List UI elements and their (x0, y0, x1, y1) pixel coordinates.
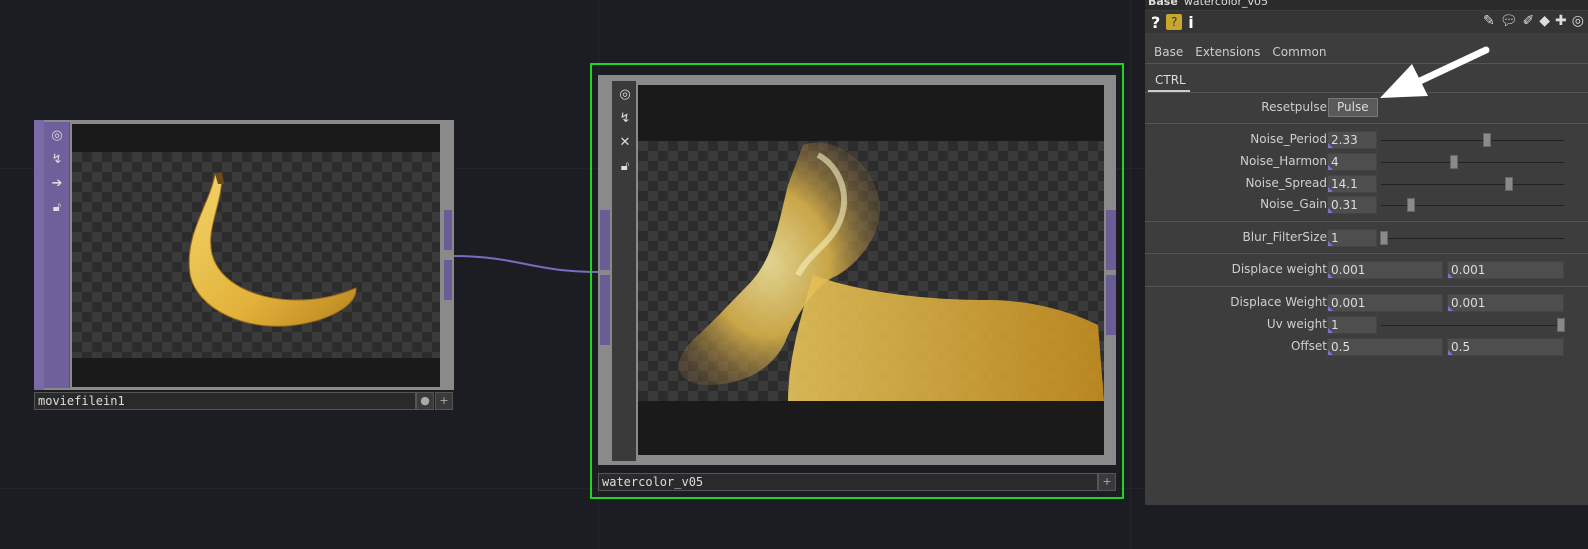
param-label: Noise_Spread (1245, 176, 1327, 190)
output-connector[interactable] (1106, 210, 1116, 270)
tab-common[interactable]: Common (1272, 45, 1326, 59)
node-frame: ◎ ↯ ✕ 🔓︎ (598, 75, 1116, 465)
docked-icon[interactable]: ✐ (1523, 13, 1535, 29)
close-icon[interactable]: ✕ (614, 131, 636, 153)
viewer-toggle-icon[interactable]: ● (416, 392, 434, 410)
param-label: Offset (1290, 339, 1327, 353)
slider-track (1381, 184, 1564, 185)
edit-icon[interactable]: ✎ (1483, 13, 1495, 29)
tab-base[interactable]: Base (1154, 45, 1183, 59)
blur-filtersize-field[interactable]: 1 (1327, 229, 1377, 247)
bypass-icon[interactable]: ↯ (614, 107, 636, 129)
slider-track (1381, 140, 1564, 141)
add-icon[interactable]: ✚ (1555, 13, 1567, 29)
noise-period-slider[interactable] (1483, 133, 1491, 147)
output-connector[interactable] (444, 260, 452, 300)
param-displace-weight-2: Displace Weight 0.001 0.001 (1145, 293, 1588, 313)
lock-icon[interactable]: 🔓︎ (614, 155, 636, 177)
target-icon[interactable]: ◎ (1572, 13, 1584, 29)
param-label: Resetpulse (1261, 100, 1327, 114)
watercolor-node[interactable]: ◎ ↯ ✕ 🔓︎ watercolor_v05 + (590, 63, 1124, 499)
noise-harmon-slider[interactable] (1450, 155, 1458, 169)
param-uv-weight: Uv weight 1 (1145, 315, 1588, 335)
panel-title-bar: Base watercolor_v05 (1145, 0, 1588, 10)
python-help-icon[interactable]: ? (1166, 14, 1183, 30)
uv-weight-slider[interactable] (1557, 318, 1565, 332)
slider-track (1381, 162, 1564, 163)
info-icon[interactable]: i (1188, 13, 1193, 32)
slider-track (1381, 238, 1564, 239)
param-noise-spread: Noise_Spread 14.1 (1145, 174, 1588, 194)
lock-icon[interactable]: 🔓︎ (46, 196, 68, 218)
comment-icon[interactable]: 💬︎ (1500, 13, 1518, 29)
noise-gain-slider[interactable] (1407, 198, 1415, 212)
offset-field-2[interactable]: 0.5 (1447, 338, 1564, 356)
node-viewer[interactable] (72, 124, 440, 387)
param-label: Blur_FilterSize (1242, 230, 1327, 244)
parameter-panel: Base watercolor_v05 ? ? i ✎ 💬︎ ✐ ◆ ✚ ◎ Ba… (1145, 0, 1588, 505)
param-blur-filtersize: Blur_FilterSize 1 (1145, 228, 1588, 248)
op-name-label: watercolor_v05 (1183, 0, 1269, 8)
param-label: Uv weight (1266, 317, 1327, 331)
parameter-page-tabs: Base Extensions Common (1145, 40, 1588, 64)
displace-weight-field-2[interactable]: 0.001 (1447, 261, 1564, 279)
param-label: Displace weight (1231, 262, 1327, 276)
help-icon[interactable]: ? (1151, 13, 1160, 32)
tab-extensions[interactable]: Extensions (1195, 45, 1260, 59)
input-connector[interactable] (600, 275, 610, 345)
displace-weight-field-1[interactable]: 0.001 (1327, 261, 1443, 279)
viewer-icon[interactable]: ◎ (46, 124, 68, 146)
noise-spread-slider[interactable] (1505, 177, 1513, 191)
panel-toolbar: ? ? i ✎ 💬︎ ✐ ◆ ✚ ◎ (1145, 11, 1588, 33)
node-input-strip (34, 120, 44, 390)
display-icon[interactable]: ➔ (46, 172, 68, 194)
output-connector[interactable] (1106, 275, 1116, 335)
add-icon[interactable]: + (435, 392, 453, 410)
noise-harmon-field[interactable]: 4 (1327, 153, 1377, 171)
input-connector[interactable] (600, 210, 610, 270)
param-label: Noise_Harmon (1239, 154, 1327, 168)
node-input-strip (598, 81, 610, 461)
node-icon-bar: ◎ ↯ ➔ 🔓︎ (44, 122, 70, 388)
blur-filtersize-slider[interactable] (1380, 231, 1388, 245)
slider-track (1381, 325, 1564, 326)
viewer-icon[interactable]: ◎ (614, 83, 636, 105)
bypass-icon[interactable]: ↯ (46, 148, 68, 170)
param-label: Noise_Gain (1260, 197, 1327, 211)
tab-ctrl[interactable]: CTRL (1148, 70, 1190, 92)
pulse-button[interactable]: Pulse (1328, 98, 1378, 117)
param-noise-gain: Noise_Gain 0.31 (1145, 195, 1588, 215)
param-resetpulse: Resetpulse Pulse (1145, 98, 1588, 118)
noise-gain-field[interactable]: 0.31 (1327, 196, 1377, 214)
offset-field-1[interactable]: 0.5 (1327, 338, 1443, 356)
watercolor-banana-image (678, 142, 1104, 401)
add-icon[interactable]: + (1098, 473, 1116, 491)
displace-weight-b-field-2[interactable]: 0.001 (1447, 294, 1564, 312)
node-viewer[interactable] (638, 85, 1104, 455)
node-name-field[interactable]: watercolor_v05 (598, 473, 1098, 491)
param-displace-weight: Displace weight 0.001 0.001 (1145, 260, 1588, 280)
param-noise-period: Noise_Period 2.33 (1145, 130, 1588, 150)
param-noise-harmon: Noise_Harmon 4 (1145, 152, 1588, 172)
param-offset: Offset 0.5 0.5 (1145, 337, 1588, 357)
noise-spread-field[interactable]: 14.1 (1327, 175, 1377, 193)
uv-weight-field[interactable]: 1 (1327, 316, 1377, 334)
node-name-field[interactable]: moviefilein1 (34, 392, 416, 410)
noise-period-field[interactable]: 2.33 (1327, 131, 1377, 149)
moviefilein-node[interactable]: ◎ ↯ ➔ 🔓︎ moviefilein1 ● + (34, 120, 454, 410)
python-icon[interactable]: ◆ (1539, 13, 1550, 29)
node-icon-bar: ◎ ↯ ✕ 🔓︎ (612, 81, 636, 461)
banana-image (188, 172, 357, 327)
output-connector[interactable] (444, 210, 452, 250)
param-label: Noise_Period (1250, 132, 1327, 146)
node-output-strip (442, 122, 452, 388)
displace-weight-b-field-1[interactable]: 0.001 (1327, 294, 1443, 312)
op-type-label: Base (1148, 0, 1178, 8)
param-label: Displace Weight (1230, 295, 1327, 309)
